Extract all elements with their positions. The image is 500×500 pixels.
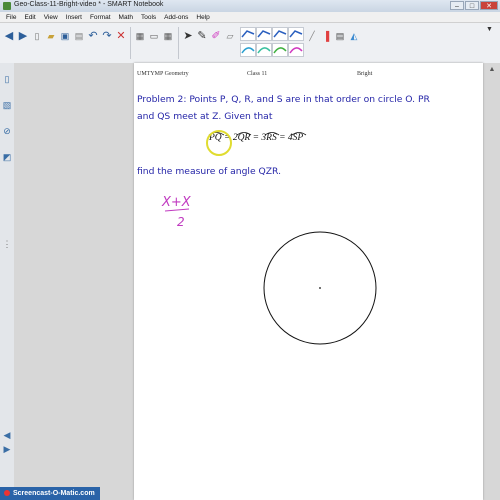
menu-tools[interactable]: Tools <box>141 12 156 22</box>
sidebar-forward-icon[interactable]: ▶ <box>2 443 12 455</box>
pen-swatch-8[interactable] <box>288 43 304 57</box>
scroll-up-icon[interactable]: ▲ <box>488 66 496 74</box>
notebook-page[interactable]: UMTYMP Geometry Class 11 Bright Problem … <box>134 63 483 500</box>
window-controls: – □ ✕ <box>450 1 498 10</box>
toolbar: ◀ ▶ ▯ ▰ ▣ ▤ ↶ ↷ ✕ ▦ ▭ ▦ ➤ ✎ ✐ ▱ ╱ ▐ ▤ ◭ … <box>0 23 500 64</box>
display-icon[interactable]: ▭ <box>148 29 160 43</box>
pen-swatch-1[interactable] <box>240 27 256 41</box>
toolbar-dropdown-icon[interactable]: ▼ <box>486 26 494 36</box>
fill-icon[interactable]: ◭ <box>348 29 360 43</box>
menu-addons[interactable]: Add-ons <box>164 12 188 22</box>
menu-view[interactable]: View <box>44 12 58 22</box>
toolbar-separator <box>178 27 179 59</box>
eraser-icon[interactable]: ▱ <box>224 29 236 43</box>
arc-mark-sp <box>291 132 307 136</box>
watermark-text: Screencast-O-Matic.com <box>13 490 95 497</box>
attachments-icon[interactable]: ⊘ <box>2 125 12 137</box>
pen-swatch-2[interactable] <box>256 27 272 41</box>
watermark: Screencast-O-Matic.com <box>0 487 100 500</box>
menu-help[interactable]: Help <box>196 12 209 22</box>
open-icon[interactable]: ▰ <box>45 29 57 43</box>
delete-icon[interactable]: ✕ <box>115 29 127 43</box>
menu-format[interactable]: Format <box>90 12 111 22</box>
text-icon[interactable]: ▤ <box>334 29 346 43</box>
table-icon[interactable]: ▦ <box>162 29 174 43</box>
pen-swatch-3[interactable] <box>272 27 288 41</box>
screen-shade-icon[interactable]: ▦ <box>134 29 146 43</box>
menu-insert[interactable]: Insert <box>66 12 82 22</box>
prev-page-icon[interactable]: ◀ <box>3 29 15 43</box>
toolbar-separator <box>130 27 131 59</box>
creative-pen-icon[interactable]: ✐ <box>210 29 222 43</box>
maximize-button[interactable]: □ <box>465 1 479 10</box>
side-tab-bar: ▯ ▧ ⊘ ◩ ⋮ ◀ ▶ <box>0 63 15 500</box>
handwritten-denominator: 2 <box>177 215 185 229</box>
properties-icon[interactable]: ◩ <box>2 151 12 163</box>
paste-icon[interactable]: ▤ <box>73 29 85 43</box>
drawing-layer: X+X 2 <box>161 130 377 345</box>
menu-bar: File Edit View Insert Format Math Tools … <box>0 12 500 23</box>
save-icon[interactable]: ▣ <box>59 29 71 43</box>
sidebar-back-icon[interactable]: ◀ <box>2 429 12 441</box>
circle-center-point <box>319 287 321 289</box>
workspace-margin-right <box>483 63 500 500</box>
pen-icon[interactable]: ✎ <box>196 29 208 43</box>
handwritten-numerator: X+X <box>161 195 192 210</box>
pen-swatch-6[interactable] <box>256 43 272 57</box>
gallery-icon[interactable]: ▧ <box>2 99 12 111</box>
next-page-icon[interactable]: ▶ <box>17 29 29 43</box>
pen-swatch-7[interactable] <box>272 43 288 57</box>
undo-icon[interactable]: ↶ <box>87 29 99 43</box>
arc-mark-qr <box>236 132 252 136</box>
record-dot-icon <box>4 490 10 497</box>
pen-swatch-4[interactable] <box>288 27 304 41</box>
workspace-margin-left <box>14 63 134 500</box>
window-title: Geo-Class-11-Bright-video * - SMART Note… <box>14 1 164 8</box>
close-button[interactable]: ✕ <box>480 1 498 10</box>
app-icon <box>3 2 11 10</box>
highlight-circle <box>206 130 232 156</box>
redo-icon[interactable]: ↷ <box>101 29 113 43</box>
shapes-icon[interactable]: ▐ <box>320 29 332 43</box>
blank-page-icon[interactable]: ▯ <box>31 29 43 43</box>
page-sorter-icon[interactable]: ▯ <box>2 73 12 85</box>
menu-math[interactable]: Math <box>119 12 133 22</box>
menu-file[interactable]: File <box>6 12 16 22</box>
pen-swatch-5[interactable] <box>240 43 256 57</box>
line-icon[interactable]: ╱ <box>306 29 318 43</box>
collapse-handle-icon[interactable]: ⋮ <box>2 238 12 250</box>
minimize-button[interactable]: – <box>450 1 464 10</box>
arc-mark-rs <box>264 132 280 136</box>
select-arrow-icon[interactable]: ➤ <box>182 29 194 43</box>
menu-edit[interactable]: Edit <box>24 12 35 22</box>
